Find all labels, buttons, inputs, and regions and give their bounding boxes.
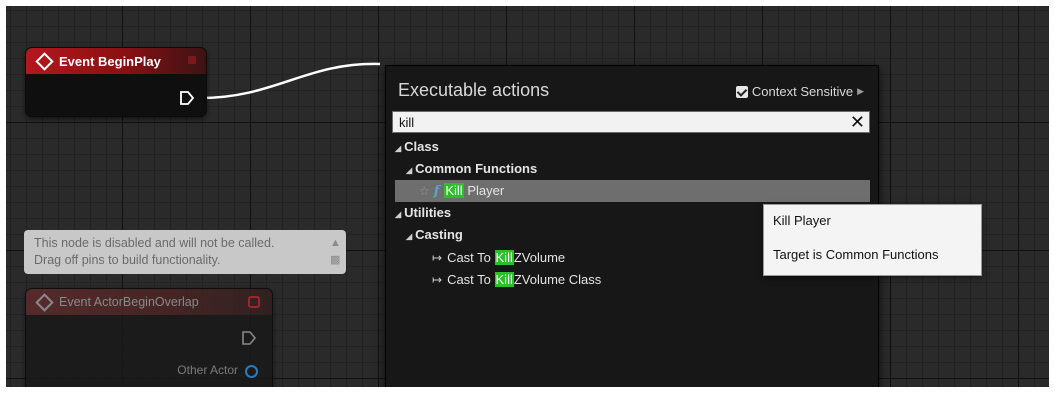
event-beginplay-node[interactable]: Event BeginPlay [26,48,206,116]
search-match-highlight: Kill [494,250,514,265]
menu-title: Executable actions [398,80,550,100]
event-beginplay-title: Event BeginPlay [59,53,161,69]
tree-category-common-functions[interactable]: ◢ Common Functions [406,158,537,180]
event-diamond-icon [35,292,54,312]
tree-item-cast-to-killzvolume-class[interactable]: ↦ Cast To KillZVolume Class [432,269,601,291]
context-sensitive-toggle[interactable]: Context Sensitive ▶ [735,84,864,99]
search-text: kill [399,115,415,130]
cast-arrow-icon: ↦ [432,273,443,287]
search-match-highlight: Kill [444,183,464,198]
function-icon: f [433,184,440,199]
event-overlap-title: Event ActorBeginOverlap [59,295,199,309]
blueprint-graph[interactable]: Event BeginPlay This node is disabled an… [6,6,1049,387]
delegate-pin-icon[interactable] [188,56,196,64]
object-pin-icon[interactable] [245,365,258,378]
tree-item-kill-player[interactable]: ☆ f Kill Player [395,180,870,202]
tree-item-label: Player [463,183,505,198]
checkbox-checked-icon[interactable] [735,85,748,98]
tree-category-class[interactable]: ◢ Class [395,136,439,158]
screenshot-frame: Event BeginPlay This node is disabled an… [0,0,1055,393]
expanded-triangle-icon: ◢ [395,210,402,219]
tree-category-label: Utilities [404,205,452,220]
tree-category-utilities[interactable]: ◢ Utilities [395,202,451,224]
tree-category-label: Casting [415,227,463,242]
tree-category-label: Common Functions [415,161,538,176]
tree-item-label: ZVolume Class [513,272,602,287]
other-actor-pin-label: Other Actor [177,363,238,377]
action-tooltip: Kill Player Target is Common Functions [764,205,981,275]
comment-line-2: Drag off pins to build functionality. [34,253,221,267]
event-overlap-header[interactable]: Event ActorBeginOverlap [26,289,272,315]
delegate-pin-icon[interactable] [248,296,260,308]
tooltip-target: Target is Common Functions [773,247,939,262]
tree-category-label: Class [404,139,439,154]
tree-item-label: Cast To [447,272,495,287]
favorite-star-icon[interactable]: ☆ [419,184,430,198]
event-actorbeginoverlap-node[interactable]: Event ActorBeginOverlap Other Actor [26,289,272,387]
comment-line-1: This node is disabled and will not be ca… [34,236,275,250]
expanded-triangle-icon: ◢ [406,166,413,175]
expanded-triangle-icon: ◢ [395,144,402,153]
tree-item-label: Cast To [447,250,495,265]
event-diamond-icon [35,51,54,71]
disabled-node-comment: This node is disabled and will not be ca… [24,230,346,274]
event-beginplay-header[interactable]: Event BeginPlay [26,48,206,74]
search-match-highlight: Kill [494,272,514,287]
exec-output-pin-icon[interactable] [180,91,194,105]
expanded-triangle-icon: ◢ [406,232,413,241]
exec-output-pin-icon[interactable] [242,331,256,345]
pin-comment-icon[interactable]: ▲ ▩ [330,235,341,266]
cast-arrow-icon: ↦ [432,251,443,265]
clear-search-icon[interactable]: ✕ [850,112,865,132]
tree-category-casting[interactable]: ◢ Casting [406,224,463,246]
tree-item-cast-to-killzvolume[interactable]: ↦ Cast To KillZVolume [432,247,565,269]
search-input[interactable]: kill ✕ [392,111,870,133]
tree-item-label: ZVolume [513,250,566,265]
triangle-right-icon: ▶ [857,86,864,96]
tooltip-title: Kill Player [773,213,831,228]
context-sensitive-label: Context Sensitive [751,84,854,99]
